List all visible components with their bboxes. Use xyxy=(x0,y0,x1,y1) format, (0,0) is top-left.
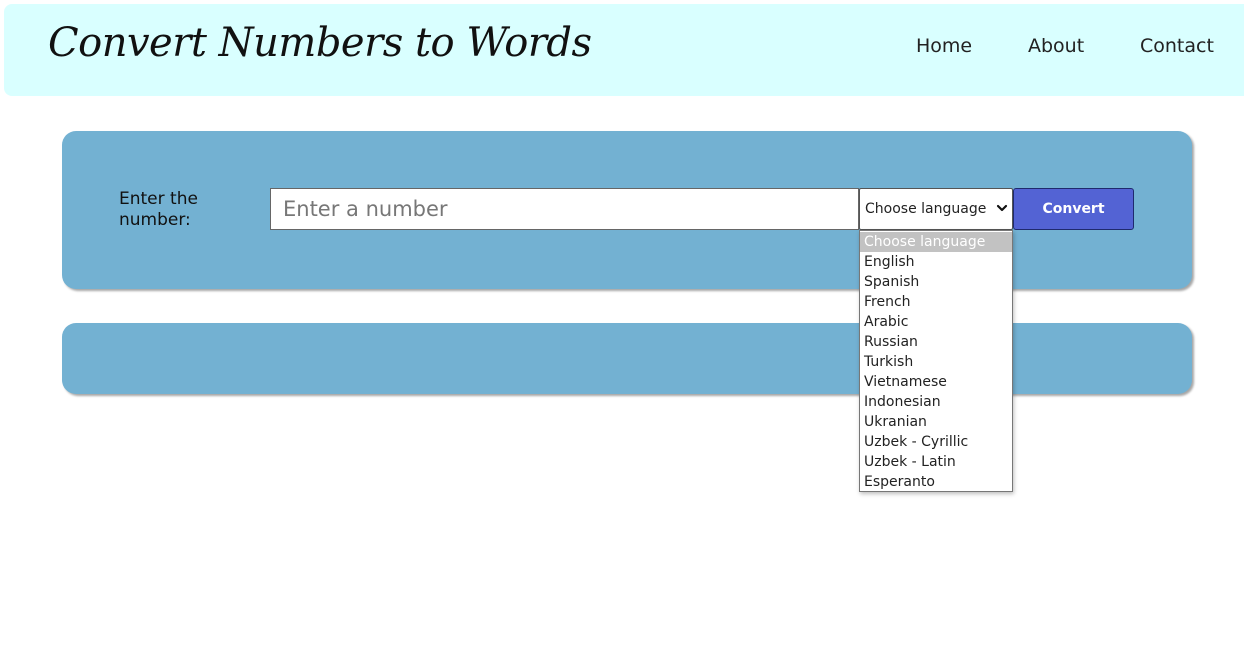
language-option[interactable]: Ukranian xyxy=(860,412,1012,432)
language-option[interactable]: Turkish xyxy=(860,352,1012,372)
site-title: Convert Numbers to Words xyxy=(48,20,592,66)
language-select-value: Choose language xyxy=(865,201,987,217)
language-option[interactable]: French xyxy=(860,292,1012,312)
number-input[interactable] xyxy=(270,188,859,230)
language-option[interactable]: Arabic xyxy=(860,312,1012,332)
result-card xyxy=(62,323,1192,394)
chevron-down-icon xyxy=(996,204,1008,212)
language-option[interactable]: Esperanto xyxy=(860,472,1012,491)
convert-button[interactable]: Convert xyxy=(1013,188,1134,230)
language-select[interactable]: Choose language xyxy=(859,188,1013,230)
language-option[interactable]: Russian xyxy=(860,332,1012,352)
language-dropdown: Choose language English Spanish French Arabi… xyxy=(859,230,1013,492)
nav-link-home[interactable]: Home xyxy=(916,0,972,92)
language-option[interactable]: Uzbek - Latin xyxy=(860,452,1012,472)
language-option[interactable]: Spanish xyxy=(860,272,1012,292)
language-option-list: Choose language English Spanish French Arabi… xyxy=(860,232,1012,491)
language-option[interactable]: Vietnamese xyxy=(860,372,1012,392)
language-option[interactable]: Uzbek - Cyrillic xyxy=(860,432,1012,452)
language-option[interactable]: Choose language xyxy=(860,232,1012,252)
nav-link-about[interactable]: About xyxy=(1028,0,1084,92)
nav-link-contact[interactable]: Contact xyxy=(1140,0,1214,92)
language-option[interactable]: English xyxy=(860,252,1012,272)
number-label: Enter the number: xyxy=(119,189,198,230)
language-option[interactable]: Indonesian xyxy=(860,392,1012,412)
